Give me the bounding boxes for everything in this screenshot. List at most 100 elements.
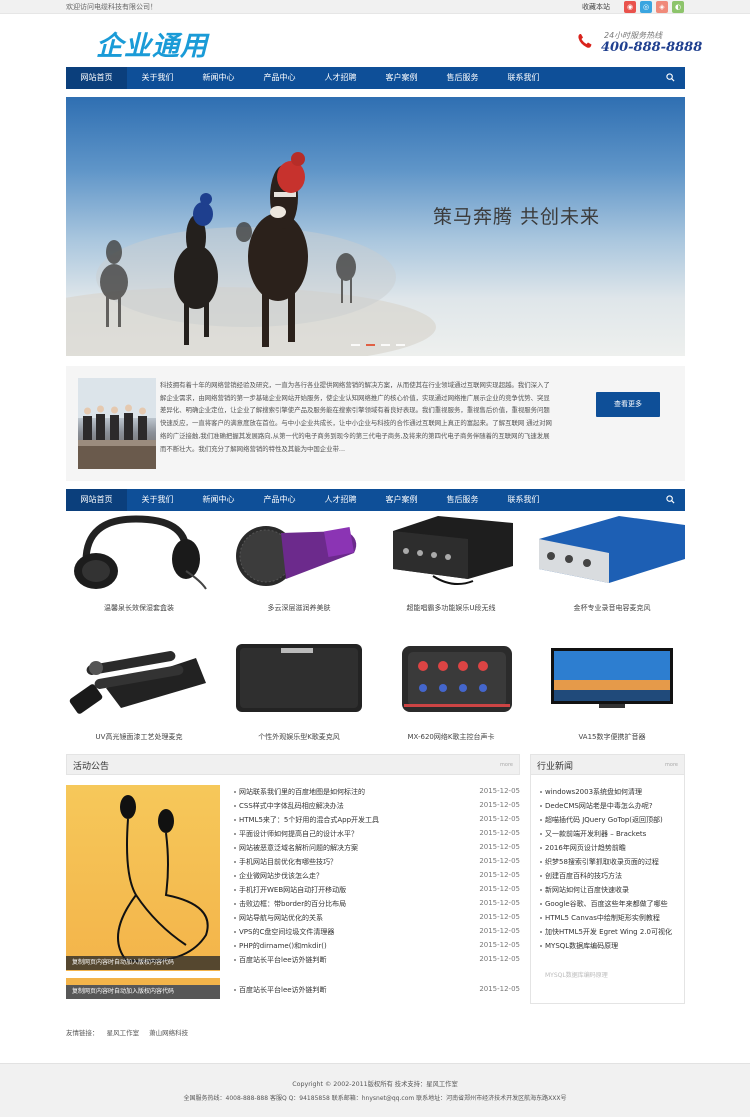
nav-about[interactable]: 关于我们 — [127, 67, 188, 89]
industry-item[interactable]: 超喵插代码 JQuery GoTop(返回顶部) — [540, 815, 685, 825]
news-item[interactable]: PHP的dirname()和mkdir() 2015-12-05 — [234, 941, 520, 955]
nav-cases[interactable]: 客户案例 — [371, 489, 432, 511]
news-item[interactable]: 百度站长平台lee访外链判断 2015-12-05 — [234, 985, 520, 999]
slide-dot-2[interactable] — [366, 344, 375, 346]
slide-dot-3[interactable] — [381, 344, 390, 346]
industry-item-faded[interactable]: MYSQL数据库编码原理 — [545, 970, 685, 979]
speaker-image — [236, 644, 362, 712]
news-item[interactable]: 平面设计师如何提高自己的设计水平？ 2015-12-05 — [234, 829, 520, 843]
industry-item[interactable]: Google谷歌、百度这些年来都做了哪些 — [540, 899, 685, 909]
slide-dot-1[interactable] — [351, 344, 360, 346]
favorite-link[interactable]: 收藏本站 — [582, 2, 610, 12]
nav-news[interactable]: 新闻中心 — [188, 489, 249, 511]
news-item[interactable]: 网站联系我们里的百度地图是如何标注的 2015-12-05 — [234, 787, 520, 801]
news-item[interactable]: HTML5来了：5个好用的混合式App开发工具 2015-12-05 — [234, 815, 520, 829]
friend-links: 友情链接： 星风工作室 萧山网络科技 — [66, 1027, 188, 1037]
product-caption: 个性外观娱乐型K歌麦克风 — [258, 733, 340, 741]
search-icon[interactable] — [666, 73, 675, 82]
sound-card-image — [402, 646, 512, 712]
search-icon[interactable] — [666, 495, 675, 504]
product-caption: VA15数字便携扩音器 — [578, 733, 646, 741]
tencent-weibo-icon[interactable]: ◎ — [640, 1, 652, 13]
news-item[interactable]: 百度站长平台lee访外链判断 2015-12-05 — [234, 955, 520, 969]
news-item[interactable]: 手机打开WEB网站自动打开移动版 2015-12-05 — [234, 885, 520, 899]
friend-link[interactable]: 星风工作室 — [107, 1029, 140, 1037]
nav-home[interactable]: 网站首页 — [66, 489, 127, 511]
industry-item[interactable]: 创建百度百科的技巧方法 — [540, 871, 685, 881]
nav-service[interactable]: 售后服务 — [432, 489, 493, 511]
nav-service[interactable]: 售后服务 — [432, 67, 493, 89]
activity-more-link[interactable]: more — [500, 762, 513, 768]
industry-item[interactable]: MYSQL数据库编码原理 — [540, 941, 685, 951]
wireless-mic-image — [69, 651, 206, 714]
contact-info: 全国服务热线：4008-888-888 客服Q Q：94185858 联系邮箱：… — [183, 1095, 567, 1102]
industry-item[interactable]: 加快HTML5开发 Egret Wing 2.0可视化 — [540, 927, 685, 937]
nav-contact[interactable]: 联系我们 — [493, 489, 554, 511]
weibo-icon[interactable]: ◉ — [624, 1, 636, 13]
secondary-nav: 网站首页 关于我们 新闻中心 产品中心 人才招聘 客户案例 售后服务 联系我们 — [66, 489, 685, 511]
product-caption: 金杯专业录音电容麦克风 — [573, 604, 651, 612]
news-item[interactable]: 手机网站目前优化有哪些技巧？ 2015-12-05 — [234, 857, 520, 871]
headphones-image — [74, 515, 207, 590]
industry-item[interactable]: DedeCMS网站老是中毒怎么办呢? — [540, 801, 685, 811]
wechat-icon[interactable]: ◐ — [672, 1, 684, 13]
view-more-button[interactable]: 查看更多 — [596, 392, 660, 417]
industry-item[interactable]: windows2003系统盘如何清理 — [540, 787, 685, 797]
industry-item[interactable]: 织梦58搜索引擎抓取收录页面的过程 — [540, 857, 685, 867]
earphones-image — [117, 795, 209, 963]
product-caption: 温馨泉长效保湿套盒装 — [104, 604, 174, 612]
about-text: 科技拥有着十年的网络营销经验及研究，一直为各行各业提供网络营销的解决方案，从而使… — [160, 381, 552, 453]
industry-title: 行业新闻 — [537, 762, 574, 772]
news-item[interactable]: 企业微网站步伐该怎么走？ 2015-12-05 — [234, 871, 520, 885]
top-bar: 欢迎访问电缆科技有限公司！ 收藏本站 ◉ ◎ ◈ ◐ — [0, 0, 750, 14]
industry-more-link[interactable]: more — [665, 762, 678, 768]
phone-icon — [578, 34, 592, 48]
news-item[interactable]: 网站导航与网站优化的关系 2015-12-05 — [234, 913, 520, 927]
industry-item[interactable]: HTML5 Canvas中绘制矩形实例教程 — [540, 913, 685, 923]
industry-item[interactable]: 新网站如何让百度快速收录 — [540, 885, 685, 895]
amplifier-image — [393, 516, 513, 586]
industry-panel-header: 行业新闻 more — [530, 754, 685, 775]
activity-title: 活动公告 — [73, 762, 110, 772]
industry-item[interactable]: 2016年网页设计趋势前瞻 — [540, 843, 685, 853]
audio-interface-image — [539, 516, 685, 583]
nav-about[interactable]: 关于我们 — [127, 489, 188, 511]
activity-image-caption: 复制网页内容时自动加入版权内容代码 — [66, 985, 220, 999]
nav-products[interactable]: 产品中心 — [249, 489, 310, 511]
welcome-text: 欢迎访问电缆科技有限公司！ — [66, 3, 157, 11]
site-logo[interactable]: 企业通用 — [96, 24, 208, 63]
news-item[interactable]: 击败边框：带border的百分比布局 2015-12-05 — [234, 899, 520, 913]
news-item[interactable]: 网站被恶意泛域名解析问题的解决方案 2015-12-05 — [234, 843, 520, 857]
nav-jobs[interactable]: 人才招聘 — [310, 489, 371, 511]
activity-image[interactable] — [66, 785, 220, 971]
banner-slogan: 策马奔腾 共创未来 — [433, 206, 601, 228]
hotline-number: 400-888-8888 — [601, 40, 703, 55]
slide-dot-4[interactable] — [396, 344, 405, 346]
nav-news[interactable]: 新闻中心 — [188, 67, 249, 89]
footer: Copyright © 2002-2011版权所有 技术支持：星风工作室 全国服… — [0, 1063, 750, 1117]
main-nav: 网站首页 关于我们 新闻中心 产品中心 人才招聘 客户案例 售后服务 联系我们 — [66, 67, 685, 89]
microphone-image — [236, 526, 357, 586]
copyright-text: Copyright © 2002-2011版权所有 技术支持：星风工作室 — [292, 1081, 458, 1088]
friend-links-label: 友情链接： — [66, 1029, 99, 1037]
nav-products[interactable]: 产品中心 — [249, 67, 310, 89]
about-section: 科技拥有着十年的网络营销经验及研究，一直为各行各业提供网络营销的解决方案，从而使… — [66, 366, 685, 481]
tv-image — [551, 648, 673, 708]
product-caption: UV高光镜面漆工艺处理麦克 — [95, 733, 183, 741]
industry-item[interactable]: 又一款前端开发利器 – Brackets — [540, 829, 685, 839]
product-caption: 多云深层滋润养美肤 — [267, 604, 331, 612]
nav-contact[interactable]: 联系我们 — [493, 67, 554, 89]
hero-banner[interactable]: 策马奔腾 共创未来 — [66, 97, 685, 356]
news-item[interactable]: CSS样式中字体乱码相应解决办法 2015-12-05 — [234, 801, 520, 815]
nav-jobs[interactable]: 人才招聘 — [310, 67, 371, 89]
activity-image-caption: 复制网页内容时自动加入版权内容代码 — [66, 956, 220, 970]
friend-link[interactable]: 萧山网络科技 — [149, 1029, 188, 1037]
qq-icon[interactable]: ◈ — [656, 1, 668, 13]
product-caption: 超能唱霸多功能娱乐U段无线 — [406, 604, 496, 612]
activity-panel-header: 活动公告 more — [66, 754, 520, 775]
news-item[interactable]: VPS的C盘空间垃圾文件清理器 2015-12-05 — [234, 927, 520, 941]
team-photo — [78, 378, 156, 469]
product-caption: MX-620网络K歌主控台声卡 — [407, 733, 495, 741]
nav-home[interactable]: 网站首页 — [66, 67, 127, 89]
nav-cases[interactable]: 客户案例 — [371, 67, 432, 89]
